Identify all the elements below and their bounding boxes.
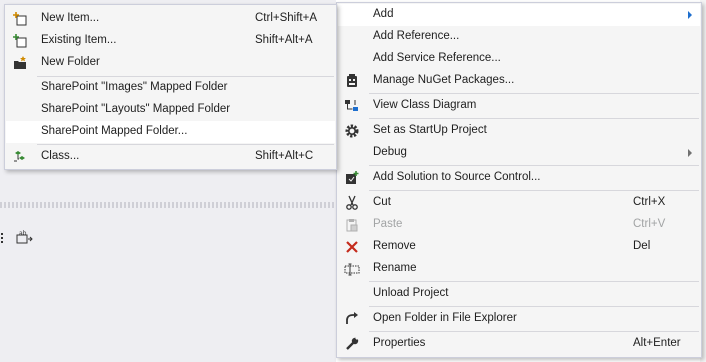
ide-splitter[interactable]: [0, 202, 336, 208]
menu-item-label: SharePoint Mapped Folder...: [41, 125, 188, 137]
menu-item-label: Properties: [373, 337, 426, 349]
menu-item-label: Add: [373, 8, 394, 20]
existing-item-icon: [12, 33, 28, 49]
class-icon: [12, 149, 28, 165]
menu-separator: [369, 306, 699, 307]
menu-item-add[interactable]: Add: [338, 4, 700, 26]
menu-item-paste[interactable]: Paste Ctrl+V: [338, 214, 700, 236]
menu-item-label: Rename: [373, 262, 417, 274]
gear-icon: [344, 123, 360, 139]
new-item-icon: [12, 11, 28, 27]
menu-item-shortcut: Alt+Enter: [633, 337, 681, 349]
scissors-icon: [344, 195, 360, 211]
menu-item-add-reference[interactable]: Add Reference...: [338, 26, 700, 48]
menu-item-label: SharePoint "Images" Mapped Folder: [41, 81, 228, 93]
menu-item-remove[interactable]: Remove Del: [338, 236, 700, 258]
menu-item-label: New Item...: [41, 12, 100, 24]
project-context-menu: Add Add Reference... Add Service Referen…: [336, 2, 702, 358]
menu-item-label: New Folder: [41, 56, 100, 68]
menu-item-shortcut: Ctrl+X: [633, 196, 666, 208]
nuget-icon: [344, 73, 360, 89]
remove-icon: [344, 239, 360, 255]
add-submenu: New Item... Ctrl+Shift+A Existing Item..…: [4, 4, 337, 170]
wrench-icon: [344, 336, 360, 352]
text-field-icon[interactable]: ab: [16, 230, 34, 249]
menu-item-label: Remove: [373, 240, 416, 252]
menu-item-label: Unload Project: [373, 287, 449, 299]
menu-item-shortcut: Ctrl+Shift+A: [255, 12, 317, 24]
menu-item-label: Add Reference...: [373, 30, 460, 42]
menu-separator: [369, 190, 699, 191]
menu-item-add-to-source-control[interactable]: Add Solution to Source Control...: [338, 167, 700, 189]
menu-item-class[interactable]: Class... Shift+Alt+C: [6, 146, 335, 168]
svg-text:ab: ab: [19, 230, 27, 237]
menu-item-sharepoint-layouts-folder[interactable]: SharePoint "Layouts" Mapped Folder: [6, 99, 335, 121]
menu-item-label: Debug: [373, 146, 407, 158]
menu-item-properties[interactable]: Properties Alt+Enter: [338, 333, 700, 355]
menu-item-label: SharePoint "Layouts" Mapped Folder: [41, 103, 231, 115]
menu-item-label: Add Solution to Source Control...: [373, 171, 541, 183]
menu-item-label: Class...: [41, 150, 80, 162]
menu-separator: [369, 118, 699, 119]
menu-item-rename[interactable]: Rename: [338, 258, 700, 280]
menu-item-view-class-diagram[interactable]: View Class Diagram: [338, 95, 700, 117]
menu-item-shortcut: Shift+Alt+A: [255, 34, 313, 46]
menu-item-label: Paste: [373, 218, 403, 230]
submenu-arrow-icon: [688, 11, 692, 19]
menu-item-new-item[interactable]: New Item... Ctrl+Shift+A: [6, 8, 335, 30]
menu-item-shortcut: Del: [633, 240, 651, 252]
menu-separator: [369, 331, 699, 332]
menu-item-unload-project[interactable]: Unload Project: [338, 283, 700, 305]
menu-item-label: View Class Diagram: [373, 99, 477, 111]
menu-item-shortcut: Ctrl+V: [633, 218, 666, 230]
menu-item-add-service-reference[interactable]: Add Service Reference...: [338, 48, 700, 70]
menu-item-label: Existing Item...: [41, 34, 117, 46]
menu-item-label: Manage NuGet Packages...: [373, 74, 515, 86]
rename-icon: [344, 261, 360, 277]
menu-separator: [369, 165, 699, 166]
menu-item-open-folder[interactable]: Open Folder in File Explorer: [338, 308, 700, 330]
source-control-icon: [344, 170, 360, 186]
menu-item-sharepoint-mapped-folder[interactable]: SharePoint Mapped Folder...: [6, 121, 335, 143]
menu-separator: [37, 144, 334, 145]
menu-item-debug[interactable]: Debug: [338, 142, 700, 164]
open-folder-icon: [344, 311, 360, 327]
menu-item-label: Add Service Reference...: [373, 52, 501, 64]
menu-item-manage-nuget[interactable]: Manage NuGet Packages...: [338, 70, 700, 92]
submenu-arrow-icon: [688, 149, 692, 157]
ide-toolbar: ab: [0, 226, 60, 250]
menu-item-label: Open Folder in File Explorer: [373, 312, 517, 324]
menu-item-set-startup[interactable]: Set as StartUp Project: [338, 120, 700, 142]
list-icon[interactable]: [0, 230, 6, 249]
menu-item-label: Cut: [373, 196, 391, 208]
class-diagram-icon: [344, 98, 360, 114]
new-folder-icon: [12, 55, 28, 71]
menu-item-shortcut: Shift+Alt+C: [255, 150, 314, 162]
menu-item-existing-item[interactable]: Existing Item... Shift+Alt+A: [6, 30, 335, 52]
paste-icon: [344, 217, 360, 233]
menu-item-sharepoint-images-folder[interactable]: SharePoint "Images" Mapped Folder: [6, 77, 335, 99]
menu-separator: [369, 281, 699, 282]
menu-separator: [369, 93, 699, 94]
menu-item-new-folder[interactable]: New Folder: [6, 52, 335, 74]
menu-item-cut[interactable]: Cut Ctrl+X: [338, 192, 700, 214]
menu-item-label: Set as StartUp Project: [373, 124, 487, 136]
